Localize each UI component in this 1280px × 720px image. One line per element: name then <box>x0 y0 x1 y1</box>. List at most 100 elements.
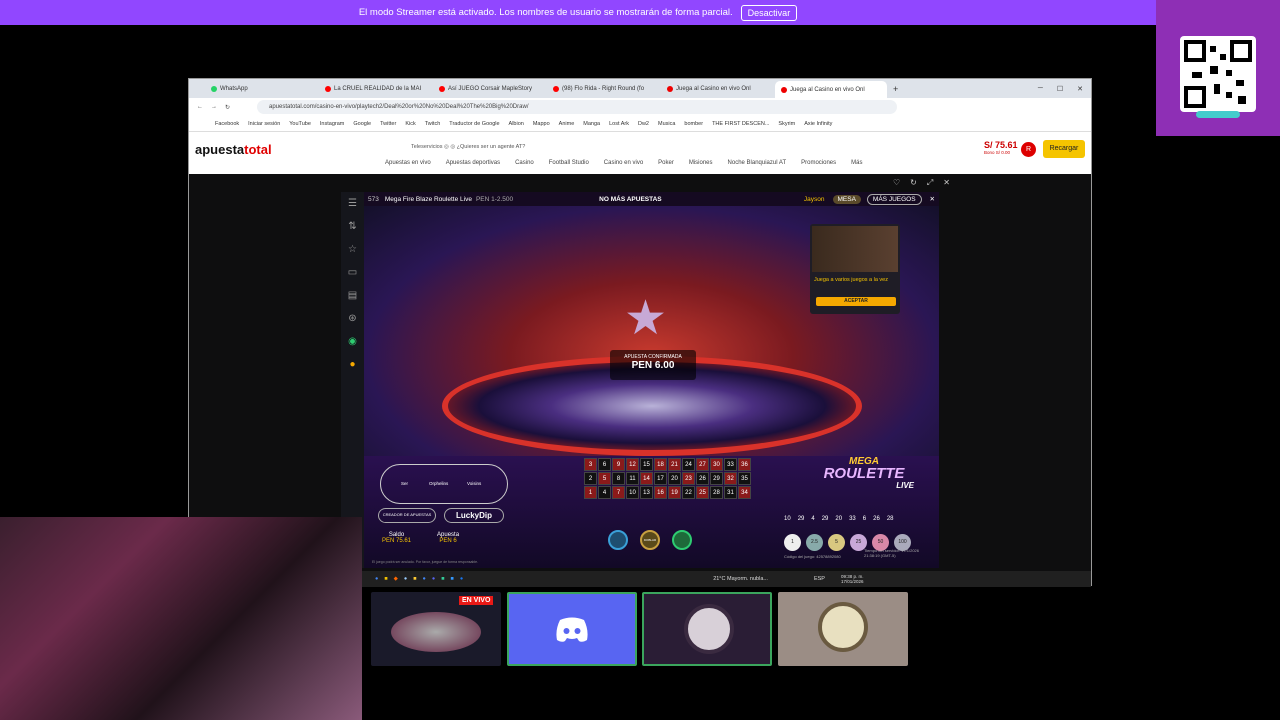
bet-cell[interactable]: 34 <box>738 486 751 499</box>
bet-cell[interactable]: 26 <box>696 472 709 485</box>
browser-tab[interactable]: La CRUEL REALIDAD de la MAI <box>319 81 431 96</box>
browser-tab[interactable]: (98) Flo Rida - Right Round (fo <box>547 81 659 96</box>
bet-cell[interactable]: 18 <box>654 458 667 471</box>
track-section[interactable]: Ser <box>401 481 408 486</box>
coin-icon[interactable]: ● <box>349 359 355 370</box>
browser-tab-active[interactable]: Juega al Casino en vivo Onl <box>775 81 887 98</box>
bet-cell[interactable]: 13 <box>640 486 653 499</box>
bookmark-item[interactable]: Skyrim <box>778 121 795 127</box>
browser-tab[interactable]: WhatsApp <box>205 81 317 96</box>
bookmark-item[interactable]: Dw2 <box>638 121 649 127</box>
luckydip-button[interactable]: LuckyDip <box>444 508 504 523</box>
nav-item[interactable]: Apuestas deportivas <box>446 160 500 166</box>
bet-cell[interactable]: 27 <box>696 458 709 471</box>
bet-cell[interactable]: 12 <box>626 458 639 471</box>
maximize-icon[interactable]: ☐ <box>1057 85 1063 93</box>
balance[interactable]: S/ 75.61 Bono S/ 0.00 <box>984 140 1018 155</box>
bet-cell[interactable]: 15 <box>640 458 653 471</box>
sync-icon[interactable]: ◉ <box>348 336 357 347</box>
nav-item[interactable]: Football Studio <box>549 160 589 166</box>
refresh-icon[interactable]: ↻ <box>910 178 917 188</box>
bet-cell[interactable]: 33 <box>724 458 737 471</box>
chrome-icon[interactable]: ● <box>423 576 426 582</box>
bet-cell[interactable]: 5 <box>598 472 611 485</box>
facebook-icon[interactable]: ● <box>460 576 463 582</box>
menu-icon[interactable]: ☰ <box>348 198 357 209</box>
racetrack-bet[interactable]: Ser Orphelins Voisins <box>380 464 508 504</box>
star-icon[interactable]: ☆ <box>348 244 357 255</box>
bet-cell[interactable]: 21 <box>668 458 681 471</box>
bet-cell[interactable]: 31 <box>724 486 737 499</box>
files-icon[interactable]: ■ <box>384 576 387 582</box>
nav-item[interactable]: Misiones <box>689 160 713 166</box>
bookmark-item[interactable]: Traductor de Google <box>449 121 499 127</box>
heart-icon[interactable]: ♡ <box>893 178 900 188</box>
chip-2.5[interactable]: 2.5 <box>806 534 823 551</box>
close-icon[interactable]: ✕ <box>1077 85 1083 93</box>
bet-cell[interactable]: 22 <box>682 486 695 499</box>
recharge-button[interactable]: Recargar <box>1043 140 1085 158</box>
history-icon[interactable]: ▤ <box>348 290 357 301</box>
browser-tab[interactable]: Juega al Casino en vivo Onl <box>661 81 773 96</box>
nav-item[interactable]: Más <box>851 160 862 166</box>
mesa-button[interactable]: MESA <box>832 194 861 204</box>
transfer-icon[interactable]: ⇅ <box>348 221 356 232</box>
bet-cell[interactable]: 25 <box>696 486 709 499</box>
chart-icon[interactable]: ▭ <box>348 267 357 278</box>
bet-cell[interactable]: 8 <box>612 472 625 485</box>
bookmark-item[interactable]: THE FIRST DESCEN... <box>712 121 769 127</box>
user-tile-1[interactable] <box>642 592 772 666</box>
avatar[interactable]: R <box>1021 142 1036 157</box>
bookmark-item[interactable]: Iniciar sesión <box>248 121 280 127</box>
steam-icon[interactable]: ● <box>404 576 407 582</box>
bookmark-item[interactable]: Kick <box>405 121 415 127</box>
back-icon[interactable]: ← <box>197 104 203 110</box>
double-button[interactable]: DOBLAR <box>640 530 660 550</box>
close-game-icon[interactable]: ✕ <box>930 195 935 203</box>
brave-icon[interactable]: ◆ <box>394 576 398 582</box>
browser-tab[interactable]: Así JUEGO Corsair MapleStory <box>433 81 545 96</box>
bet-cell[interactable]: 7 <box>612 486 625 499</box>
bet-cell[interactable]: 2 <box>584 472 597 485</box>
close-icon[interactable]: ✕ <box>943 178 950 188</box>
bookmark-item[interactable]: bomber <box>684 121 703 127</box>
nav-item[interactable]: Apuestas en vivo <box>385 160 431 166</box>
bet-cell[interactable]: 16 <box>654 486 667 499</box>
bet-cell[interactable]: 10 <box>626 486 639 499</box>
site-logo[interactable]: apuestatotal <box>195 142 272 157</box>
fullscreen-icon[interactable]: ⤢ <box>927 178 933 188</box>
bet-cell[interactable]: 20 <box>668 472 681 485</box>
chip-5[interactable]: 5 <box>828 534 845 551</box>
bet-cell[interactable]: 14 <box>640 472 653 485</box>
weather[interactable]: 21°C Mayorm. nubla... <box>713 576 768 582</box>
bookmark-item[interactable]: Facebook <box>215 121 239 127</box>
more-games-button[interactable]: MÁS JUEGOS <box>866 193 922 205</box>
bookmark-item[interactable]: Albion <box>509 121 524 127</box>
nav-item[interactable]: Casino en vivo <box>604 160 643 166</box>
bookmark-item[interactable]: Google <box>353 121 371 127</box>
track-section[interactable]: Voisins <box>467 481 481 486</box>
explorer-icon[interactable]: ■ <box>413 576 416 582</box>
forward-icon[interactable]: → <box>211 104 217 110</box>
bookmark-item[interactable]: Twitch <box>425 121 441 127</box>
new-tab-button[interactable]: + <box>893 84 898 94</box>
bet-cell[interactable]: 19 <box>668 486 681 499</box>
chip-1[interactable]: 1 <box>784 534 801 551</box>
reload-icon[interactable]: ↻ <box>225 104 230 111</box>
discord-tile[interactable] <box>507 592 637 666</box>
bet-cell[interactable]: 29 <box>710 472 723 485</box>
betting-table[interactable]: 3 2 1 6 5 4 9 8 7 12 11 10 15 14 13 18 17 16 21 20 19 24 23 22 2… <box>574 456 766 512</box>
bookmark-item[interactable]: Anime <box>559 121 575 127</box>
url-input[interactable]: apuestatotal.com/casino-en-vivo/playtech… <box>257 100 897 114</box>
track-section[interactable]: Orphelins <box>429 481 448 486</box>
language[interactable]: ESP <box>814 576 825 582</box>
bet-creator-button[interactable]: CREADOR DE APUESTAS <box>378 508 436 523</box>
app-icon[interactable]: ■ <box>441 576 444 582</box>
bookmark-item[interactable]: Musica <box>658 121 675 127</box>
bookmark-item[interactable]: Mappo <box>533 121 550 127</box>
chrome-icon[interactable]: ● <box>375 576 378 582</box>
bet-cell[interactable]: 11 <box>626 472 639 485</box>
game-frame[interactable]: ☰ ⇅ ☆ ▭ ▤ ⊛ ◉ ● 573 Mega Fire Blaze Roul… <box>341 192 939 568</box>
bet-cell[interactable]: 6 <box>598 458 611 471</box>
bookmark-item[interactable]: Lost Ark <box>609 121 629 127</box>
